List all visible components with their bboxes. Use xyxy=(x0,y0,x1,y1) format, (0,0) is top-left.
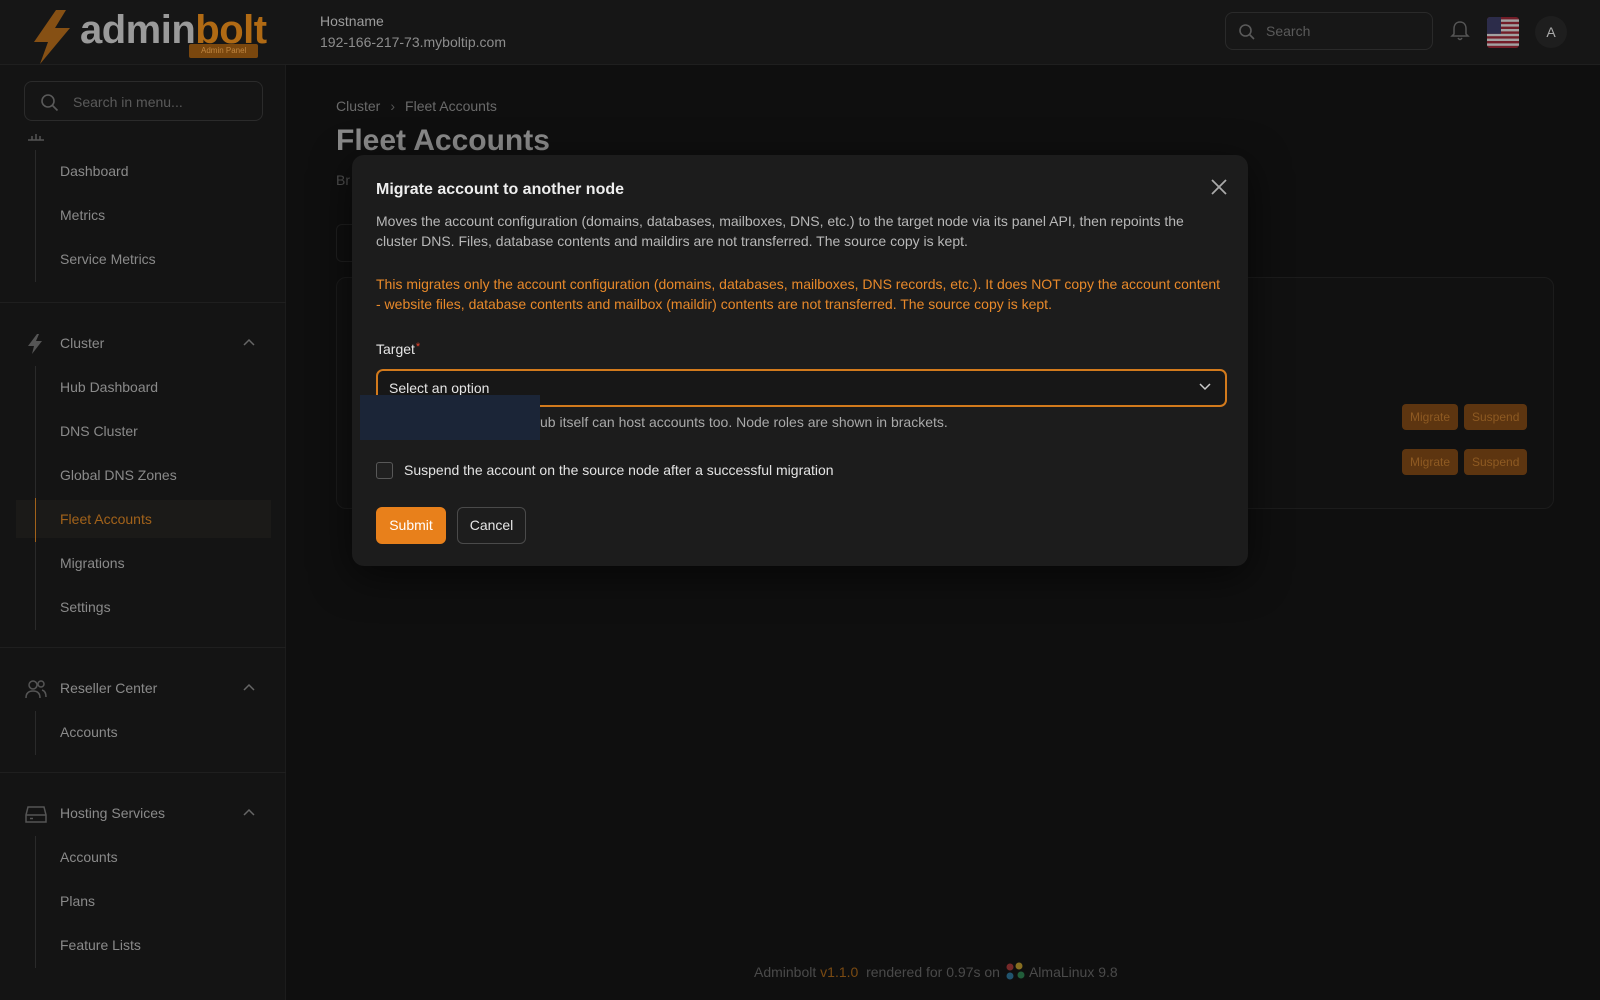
target-helper-text: ub itself can host accounts too. Node ro… xyxy=(540,414,948,430)
suspend-source-checkbox[interactable] xyxy=(376,462,393,479)
modal-warning: This migrates only the account configura… xyxy=(376,276,1221,312)
target-field-label: Target* xyxy=(376,341,421,357)
submit-button[interactable]: Submit xyxy=(376,507,446,544)
cancel-button[interactable]: Cancel xyxy=(457,507,526,544)
modal-title: Migrate account to another node xyxy=(376,181,625,198)
chevron-down-icon xyxy=(1199,383,1211,391)
close-icon[interactable] xyxy=(1207,175,1231,199)
suspend-source-label[interactable]: Suspend the account on the source node a… xyxy=(404,462,834,478)
target-select-value: Select an option xyxy=(389,380,490,396)
modal-description: Moves the account configuration (domains… xyxy=(376,213,1184,249)
migrate-modal: Migrate account to another node Moves th… xyxy=(352,155,1248,566)
required-marker: * xyxy=(415,341,421,353)
target-dropdown-popup[interactable] xyxy=(360,395,540,440)
